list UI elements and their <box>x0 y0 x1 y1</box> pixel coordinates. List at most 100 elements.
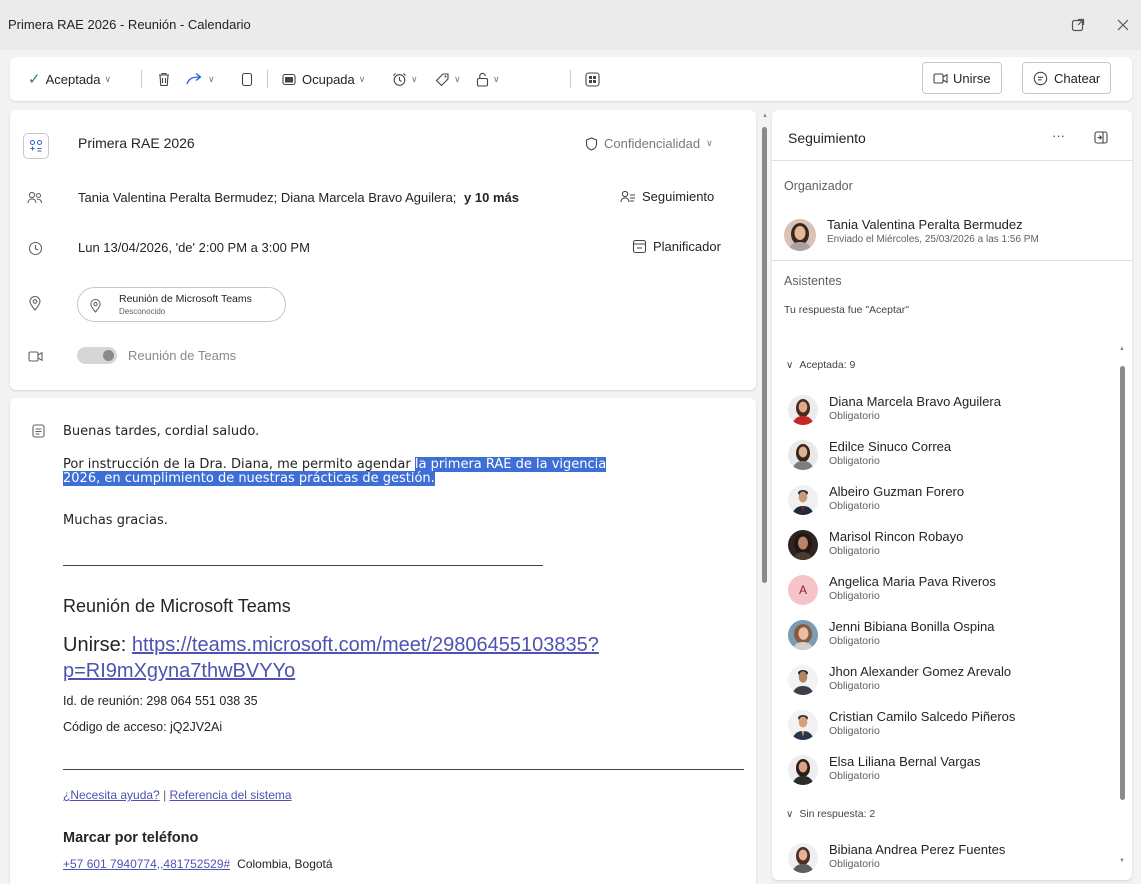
scroll-thumb[interactable] <box>762 127 767 583</box>
attendee-role: Obligatorio <box>829 455 880 467</box>
attendee-name: Jenni Bibiana Bonilla Ospina <box>829 619 995 634</box>
separator-line <box>63 565 543 566</box>
chevron-down-icon: ∨ <box>358 73 366 84</box>
chat-icon <box>1033 71 1048 85</box>
organizer-name: Tania Valentina Peralta Bermudez <box>827 217 1023 232</box>
apps-button[interactable] <box>585 57 600 101</box>
chat-label: Chatear <box>1054 70 1101 86</box>
help-links: ¿Necesita ayuda? | Referencia del sistem… <box>63 788 292 802</box>
accepted-group-label: Aceptada: 9 <box>799 359 856 371</box>
attendee-role: Obligatorio <box>829 410 880 422</box>
attendee-item[interactable]: A Angelica Maria Pava Riveros Obligatori… <box>788 571 1128 611</box>
copy-icon <box>241 72 253 86</box>
avatar <box>788 485 818 515</box>
organizer-entry[interactable]: Tania Valentina Peralta Bermudez Enviado… <box>784 213 1124 253</box>
attendee-role: Obligatorio <box>829 500 880 512</box>
separator-line <box>63 769 744 770</box>
pop-out-icon[interactable] <box>1065 12 1091 38</box>
selected-text: la primera RAE de la vigencia <box>414 457 607 472</box>
attendees-heading: Asistentes <box>784 274 842 288</box>
location-pin-icon <box>90 299 101 313</box>
tag-icon <box>435 72 449 86</box>
join-url-link-continued[interactable]: p=RI9mXgyna7thwBVYYo <box>63 660 295 682</box>
panel-title: Seguimiento <box>788 130 866 146</box>
attendee-item[interactable]: Cristian Camilo Salcedo Piñeros Obligato… <box>788 706 1128 746</box>
attendee-role: Obligatorio <box>829 635 880 647</box>
forward-button[interactable]: ∨ <box>186 57 215 101</box>
attendee-name: Diana Marcela Bravo Aguilera <box>829 394 1001 409</box>
avatar <box>788 530 818 560</box>
video-icon <box>24 345 46 367</box>
chevron-down-icon: ∨ <box>786 808 794 820</box>
divider <box>570 70 571 88</box>
join-button[interactable]: Unirse <box>922 62 1002 94</box>
more-options-icon[interactable]: ··· <box>1052 128 1065 143</box>
accepted-group-toggle[interactable]: ∨ Aceptada: 9 <box>786 359 855 371</box>
close-icon[interactable] <box>1110 12 1136 38</box>
attendee-item[interactable]: Diana Marcela Bravo Aguilera Obligatorio <box>788 391 1128 431</box>
no-response-group-toggle[interactable]: ∨ Sin respuesta: 2 <box>786 808 875 820</box>
toolbar: ✓ Aceptada ∨ ∨ Ocupada ∨ ∨ ∨ ∨ Unirse Ch… <box>10 57 1132 101</box>
divider <box>267 70 268 88</box>
avatar <box>784 219 816 251</box>
chat-button[interactable]: Chatear <box>1022 62 1112 94</box>
chevron-down-icon: ∨ <box>786 359 794 371</box>
join-url-link[interactable]: https://teams.microsoft.com/meet/2980645… <box>132 634 599 656</box>
categorize-dropdown[interactable]: ∨ <box>435 57 461 101</box>
tracking-link[interactable]: Seguimiento <box>620 189 714 204</box>
response-dropdown[interactable]: ✓ Aceptada ∨ <box>28 57 111 101</box>
avatar <box>788 665 818 695</box>
attendees-summary[interactable]: Tania Valentina Peralta Bermudez; Diana … <box>78 190 519 205</box>
organizer-heading: Organizador <box>784 179 853 193</box>
main-scrollbar[interactable]: ▲ <box>761 110 769 884</box>
attendee-item[interactable]: Albeiro Guzman Forero Obligatorio <box>788 481 1128 521</box>
event-datetime[interactable]: Lun 13/04/2026, 'de' 2:00 PM a 3:00 PM <box>78 240 310 255</box>
teams-meeting-toggle[interactable] <box>77 347 117 364</box>
system-reference-link[interactable]: Referencia del sistema <box>170 788 292 802</box>
attendee-list-scrollbar[interactable]: ▲ ▼ <box>1119 346 1127 876</box>
scroll-up-icon[interactable]: ▲ <box>1119 346 1125 352</box>
attendee-name: Cristian Camilo Salcedo Piñeros <box>829 709 1016 724</box>
collapse-panel-icon[interactable] <box>1094 131 1108 149</box>
attendee-item[interactable]: Edilce Sinuco Correa Obligatorio <box>788 436 1128 476</box>
help-link[interactable]: ¿Necesita ayuda? <box>63 788 160 802</box>
reminder-dropdown[interactable]: ∨ <box>392 57 418 101</box>
attendee-role: Obligatorio <box>829 545 880 557</box>
phone-link[interactable]: +57 601 7940774,,481752529# <box>63 857 230 871</box>
clock-icon <box>24 237 46 259</box>
toggle-knob <box>103 350 114 361</box>
attendee-name: Jhon Alexander Gomez Arevalo <box>829 664 1012 679</box>
show-as-dropdown[interactable]: Ocupada ∨ <box>282 57 365 101</box>
response-label: Aceptada <box>45 71 101 87</box>
sensitivity-dropdown[interactable]: Confidencialidad ∨ <box>585 136 713 151</box>
avatar <box>788 710 818 740</box>
teams-toggle-label: Reunión de Teams <box>128 348 237 363</box>
attendee-role: Obligatorio <box>829 770 880 782</box>
people-icon <box>620 190 635 202</box>
divider <box>772 260 1132 261</box>
chevron-down-icon: ∨ <box>454 73 461 84</box>
scroll-down-icon[interactable]: ▼ <box>1119 858 1125 864</box>
event-type-icon[interactable] <box>23 133 49 159</box>
location-chip[interactable]: Reunión de Microsoft Teams Desconocido <box>77 287 286 322</box>
paragraph-text: Por instrucción de la Dra. Diana, me per… <box>63 457 415 472</box>
privacy-dropdown[interactable]: ∨ <box>476 57 500 101</box>
attendee-item[interactable]: Jhon Alexander Gomez Arevalo Obligatorio <box>788 661 1128 701</box>
scroll-up-icon[interactable]: ▲ <box>762 113 768 119</box>
delete-button[interactable] <box>157 57 171 101</box>
attendee-item[interactable]: Marisol Rincon Robayo Obligatorio <box>788 526 1128 566</box>
chevron-down-icon: ∨ <box>208 73 215 84</box>
dial-heading: Marcar por teléfono <box>63 830 199 846</box>
sensitivity-label: Confidencialidad <box>604 136 701 151</box>
event-subject[interactable]: Primera RAE 2026 <box>78 135 195 151</box>
copy-button[interactable] <box>241 57 253 101</box>
attendee-item[interactable]: Jenni Bibiana Bonilla Ospina Obligatorio <box>788 616 1128 656</box>
attendee-name: Elsa Liliana Bernal Vargas <box>829 754 981 769</box>
chevron-down-icon: ∨ <box>706 138 713 148</box>
avatar <box>788 440 818 470</box>
attendee-item[interactable]: Bibiana Andrea Perez Fuentes Obligatorio <box>788 839 1128 879</box>
scroll-thumb[interactable] <box>1120 366 1125 800</box>
title-bar: Primera RAE 2026 - Reunión - Calendario <box>0 0 1141 50</box>
attendee-item[interactable]: Elsa Liliana Bernal Vargas Obligatorio <box>788 751 1128 791</box>
scheduler-link[interactable]: Planificador <box>632 239 721 254</box>
